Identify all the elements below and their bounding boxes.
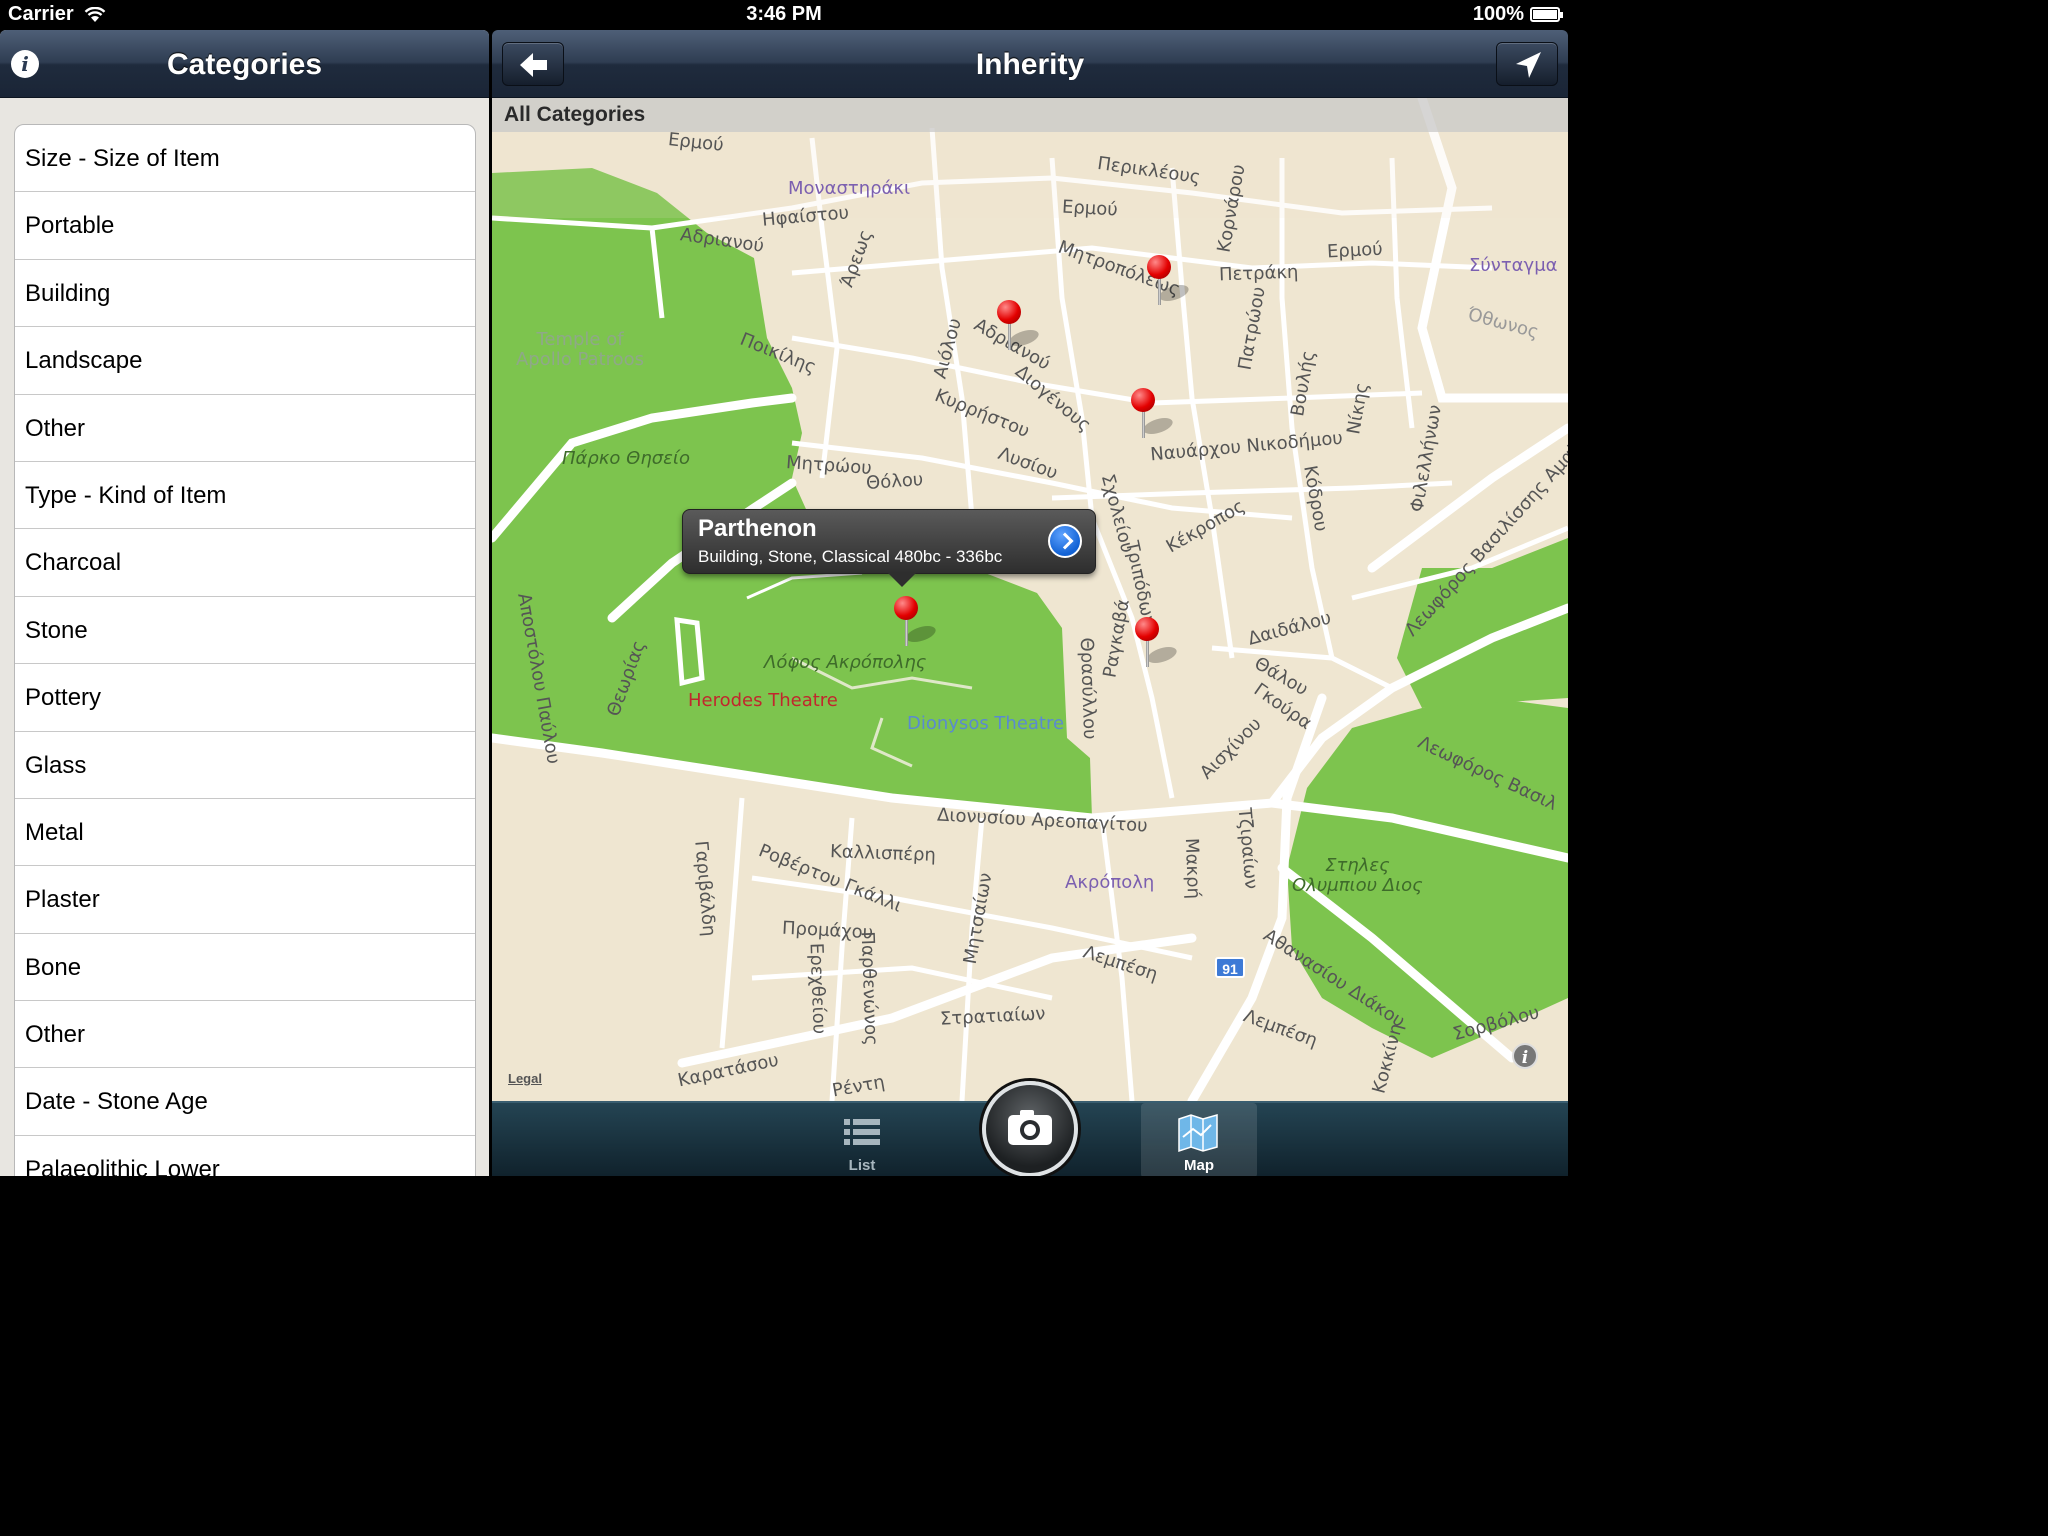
category-row[interactable]: Portable [15,192,475,260]
category-row[interactable]: Bone [15,934,475,1002]
street-label: Θόλου [865,469,924,494]
category-row[interactable]: Glass [15,732,475,799]
category-row[interactable]: Other [15,395,475,462]
place-label: Σύνταγμα [1469,255,1558,276]
tab-list-label: List [848,1157,876,1174]
street-label: Παρθενώνος [856,931,882,1046]
place-label: Temple of Apollo Patroos [515,329,645,370]
street-label: Καλλισπέρη [829,841,937,866]
street-label: Ερεχθείου [805,942,830,1035]
tab-bar: List Map [492,1081,1568,1176]
battery-icon [1530,7,1563,22]
battery-indicator: 100% [1472,3,1563,26]
place-label: Λόφος Ακρόπολης [764,652,927,673]
map-panel: Inherity All Categories Μοναστηράκι Σύντ… [492,30,1568,1176]
tab-map-label: Map [1184,1157,1214,1174]
category-row[interactable]: Stone [15,597,475,665]
camera-button[interactable] [982,1081,1078,1176]
place-label: Μοναστηράκι [788,178,911,199]
location-arrow-icon [1516,52,1541,78]
street-label: Θρασύλλου [1075,637,1101,740]
street-label: Μακρή [1180,837,1204,900]
map-pin[interactable] [1135,617,1182,667]
clock: 3:46 PM [746,3,822,25]
category-row[interactable]: Metal [15,799,475,867]
camera-icon [1008,1110,1052,1145]
map-pin[interactable] [1147,255,1194,305]
categories-panel: i Categories Size - Size of Item Portable… [0,30,489,1176]
category-row[interactable]: Other [15,1001,475,1069]
map-view[interactable]: All Categories Μοναστηράκι Σύνταγμα Temp… [492,98,1568,1101]
place-label: Herodes Theatre [688,690,838,711]
categories-list: Size - Size of Item Portable Building Lands… [14,124,476,1176]
status-bar: Carrier 3:46 PM 100% [0,0,1568,30]
callout-subtitle: Building, Stone, Classical 480bc - 336bc [698,547,1003,566]
map-pin[interactable] [997,300,1044,350]
legal-link[interactable]: Legal [508,1071,542,1086]
categories-title: Categories [166,48,323,81]
category-row[interactable]: Date - Stone Age [15,1068,475,1136]
map-pin[interactable] [1131,388,1178,438]
map-info-icon[interactable]: i [1512,1043,1538,1069]
place-label: Dionysos Theatre [907,713,1065,734]
detail-disclosure-icon[interactable] [1048,524,1082,558]
map-title: Inherity [975,48,1085,81]
street-label: Ερμού [1326,238,1384,263]
place-label: Στηλες Ολυμπιου Διος [1292,855,1423,896]
category-row[interactable]: Palaeolithic Lower [15,1136,475,1176]
category-row[interactable]: Size - Size of Item [15,125,475,193]
street-label: Πετράκη [1218,261,1299,286]
locate-button[interactable] [1496,42,1558,86]
place-label: Ακρόπολη [1065,872,1155,893]
category-row[interactable]: Landscape [15,327,475,395]
pin-callout[interactable]: Parthenon Building, Stone, Classical 480… [682,509,1096,587]
route-shield: 91 [1215,957,1245,978]
category-row[interactable]: Charcoal [15,529,475,597]
category-row[interactable]: Building [15,260,475,328]
category-row[interactable]: Plaster [15,866,475,934]
category-filter-strip[interactable]: All Categories [492,98,1568,132]
map-icon [1178,1114,1218,1153]
categories-navbar: i Categories [0,30,489,98]
street-label: Ερμού [1061,196,1119,221]
map-pin-selected[interactable] [894,596,941,646]
list-icon [844,1119,880,1145]
map-base [492,98,1568,1101]
category-row[interactable]: Type - Kind of Item [15,462,475,530]
category-filter-label: All Categories [504,103,646,126]
category-row[interactable]: Pottery [15,664,475,732]
tab-list[interactable]: List [802,1103,922,1176]
place-label: Πάρκο Θησείο [562,448,690,469]
battery-percent: 100% [1472,3,1524,25]
map-navbar: Inherity [492,30,1568,98]
callout-title: Parthenon [698,515,817,542]
tab-map[interactable]: Map [1141,1103,1257,1176]
